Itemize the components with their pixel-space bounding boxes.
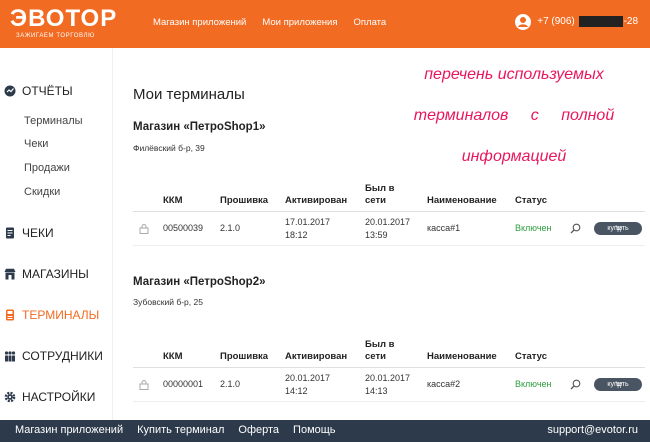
reports-icon [4,85,16,97]
cell-kkm: 00500039 [163,223,204,233]
evotor-logo[interactable]: ЭВОТОР ЗАЖИГАЕМ ТОРГОВЛЮ [10,6,130,42]
employees-icon [4,351,16,362]
col-name: Наименование [427,351,497,362]
logo-tagline: ЗАЖИГАЕМ ТОРГОВЛЮ [16,33,95,39]
col-activated: Активирован [285,195,348,206]
footer-link-help[interactable]: Помощь [293,424,336,436]
top-nav: Магазин приложений Мои приложения Оплата [153,17,386,28]
gear-icon [4,391,16,403]
status-badge: Включен [515,379,552,389]
user-avatar-icon [515,14,532,30]
support-email-link[interactable]: support@evotor.ru [547,424,638,436]
cell-name: касса#1 [427,223,461,233]
col-status: Статус [515,351,548,362]
receipt-icon [6,227,14,239]
shop-title: Магазин «ПетроShop1» [133,121,266,133]
terminals-table-header: ККМ Прошивка Активирован Был в сети Наим… [133,338,645,368]
cell-activated-date: 17.01.2017 [285,217,331,227]
sidebar-section-settings[interactable]: НАСТРОЙКИ [4,390,95,404]
terminals-table-header: ККМ Прошивка Активирован Был в сети Наим… [133,182,645,212]
nav-my-apps[interactable]: Мои приложения [262,17,337,28]
shop-address: Зубовский б-р, 25 [133,297,203,307]
main-content: Мои терминалы Магазин «ПетроShop1» Филёв… [112,48,650,420]
user-menu[interactable]: +7 (906) -28 [515,14,638,30]
cell-online-date: 20.01.2017 [365,373,411,383]
col-status: Статус [515,195,548,206]
col-kkm: ККМ [163,195,183,206]
sidebar-section-terminals[interactable]: ТЕРМИНАЛЫ [4,308,99,322]
status-badge: Включен [515,223,552,233]
sidebar-section-reports[interactable]: ОТЧЁТЫ [4,84,73,98]
logo-text: ЭВОТОР [10,5,118,32]
nav-payment[interactable]: Оплата [354,17,387,28]
col-last-online: Был в сети [365,339,395,362]
sidebar-section-shops[interactable]: МАГАЗИНЫ [4,267,89,281]
shop-icon [4,268,16,280]
page-title: Мои терминалы [133,86,245,103]
search-icon[interactable] [570,379,581,390]
cell-firmware: 2.1.0 [220,223,241,233]
footer-link-app-store[interactable]: Магазин приложений [15,424,123,436]
footer-link-offer[interactable]: Оферта [238,424,279,436]
table-row[interactable]: 00500039 2.1.0 17.01.2017 18:12 20.01.20… [133,212,645,246]
table-row[interactable]: 00000001 2.1.0 20.01.2017 14:12 20.01.20… [133,368,645,402]
col-activated: Активирован [285,351,348,362]
col-firmware: Прошивка [220,351,269,362]
shop-title: Магазин «ПетроShop2» [133,276,266,288]
col-name: Наименование [427,195,497,206]
sidebar-item-terminals-report[interactable]: Терминалы [24,115,83,127]
cell-online-date: 20.01.2017 [365,217,411,227]
annotation-line-3: информацией [461,148,567,165]
terminal-icon [6,309,14,321]
footer-link-buy-terminal[interactable]: Купить терминал [137,424,224,436]
cell-activated-date: 20.01.2017 [285,373,331,383]
sidebar-section-employees[interactable]: СОТРУДНИКИ [4,349,103,363]
phone-redaction [578,16,623,28]
cell-activated-time: 18:12 [285,230,308,240]
cell-activated-time: 14:12 [285,386,308,396]
cell-firmware: 2.1.0 [220,379,241,389]
col-kkm: ККМ [163,351,183,362]
buy-button[interactable]: купить [594,222,642,235]
sidebar-section-receipts[interactable]: ЧЕКИ [4,226,54,240]
lock-icon [139,224,149,234]
footer-links: Магазин приложений Купить терминал Оферт… [15,424,336,436]
top-header: ЭВОТОР ЗАЖИГАЕМ ТОРГОВЛЮ Магазин приложе… [0,0,650,48]
nav-app-store[interactable]: Магазин приложений [153,17,246,28]
sidebar-item-discounts-report[interactable]: Скидки [24,186,60,198]
footer: Магазин приложений Купить терминал Оферт… [0,420,650,442]
annotation-line-2: терминалов с полной [413,107,615,124]
col-firmware: Прошивка [220,195,269,206]
cell-online-time: 13:59 [365,230,388,240]
cell-online-time: 14:13 [365,386,388,396]
shop-address: Филёвский б-р, 39 [133,143,205,153]
sidebar-item-sales-report[interactable]: Продажи [24,162,70,174]
user-phone: +7 (906) -28 [537,16,638,28]
sidebar: ОТЧЁТЫ Терминалы Чеки Продажи Скидки ЧЕК… [0,48,112,420]
cell-name: касса#2 [427,379,461,389]
buy-button[interactable]: купить [594,378,642,391]
search-icon[interactable] [570,223,581,234]
col-last-online: Был в сети [365,183,395,206]
cell-kkm: 00000001 [163,379,204,389]
lock-icon [139,380,149,390]
sidebar-item-receipts-report[interactable]: Чеки [24,138,48,150]
annotation-line-1: перечень используемых [424,66,604,83]
